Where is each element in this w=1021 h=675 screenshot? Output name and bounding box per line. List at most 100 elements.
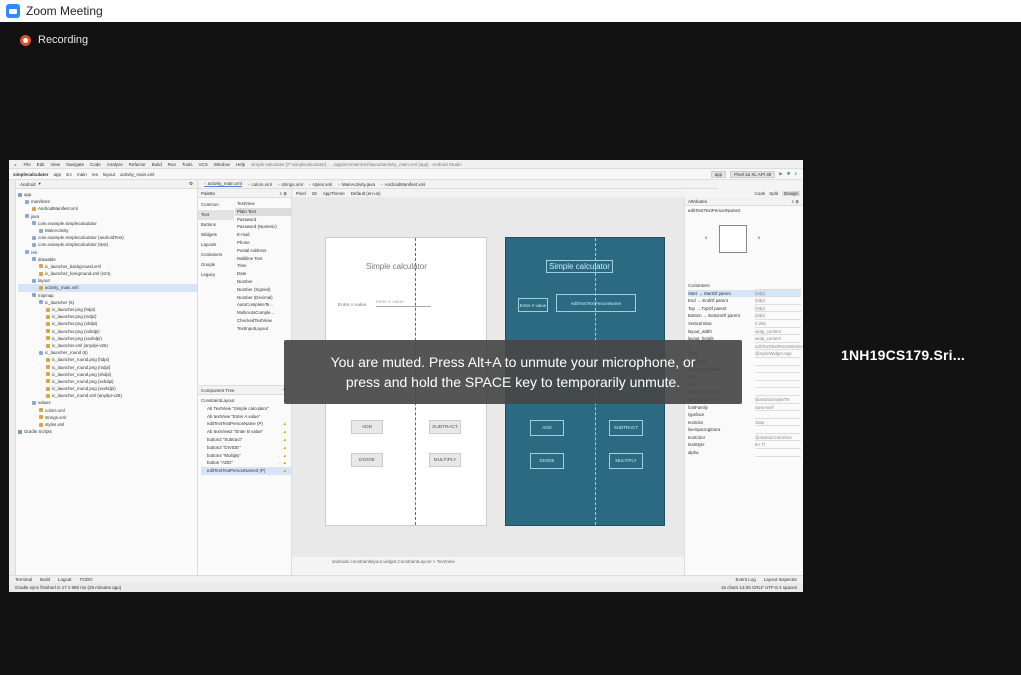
attribute-row[interactable]: textStyle B I Tr: [688, 441, 801, 450]
attribute-value[interactable]: @android:color/sec: [755, 434, 801, 442]
menu-run[interactable]: Run: [168, 162, 176, 167]
tool-todo[interactable]: TODO: [80, 577, 93, 582]
component-tree-row[interactable]: Ab TextView "Simple calculator": [201, 405, 291, 413]
menu-help[interactable]: Help: [236, 162, 245, 167]
palette-category[interactable]: Layouts: [198, 240, 234, 250]
menu-navigate[interactable]: Navigate: [66, 162, 84, 167]
gear-icon[interactable]: ⚙: [189, 181, 197, 187]
tree-item[interactable]: ic_launcher_background.xml: [18, 263, 197, 270]
tree-item[interactable]: colors.xml: [18, 407, 197, 414]
attribute-value[interactable]: [755, 411, 801, 419]
tree-item[interactable]: ic_launcher.png (mdpi): [18, 313, 197, 320]
component-tree-row[interactable]: editTextTextPersonName3 (P) ▲: [201, 467, 291, 475]
layout-breadcrumb[interactable]: androidx.constraintlayout.widget.Constra…: [292, 557, 684, 566]
menu-tools[interactable]: Tools: [182, 162, 193, 167]
menu-code[interactable]: Code: [90, 162, 101, 167]
component-tree-row[interactable]: button3 "DIVIDE" ▲: [201, 444, 291, 452]
editor-tab[interactable]: ▪ AndroidManifest.xml: [381, 182, 425, 187]
debug-icon[interactable]: ✱: [787, 171, 791, 178]
attributes-search-icon[interactable]: ⌕ ⚙: [792, 199, 803, 204]
attribute-row[interactable]: alpha: [688, 449, 801, 457]
constraint-box[interactable]: [719, 225, 747, 253]
blueprint-add[interactable]: ADD: [530, 420, 564, 436]
tree-item[interactable]: ic_launcher.png (xxxhdpi): [18, 335, 197, 342]
mode-design[interactable]: Design: [781, 190, 800, 196]
warning-icon[interactable]: ▲: [283, 459, 287, 467]
attribute-value[interactable]: 0.250: [755, 320, 801, 328]
component-tree-row[interactable]: button2 "Subtract" ▲: [201, 436, 291, 444]
palette-item[interactable]: Number (Signed): [235, 286, 292, 294]
device-select[interactable]: Pixel 2a XL API 30: [730, 170, 776, 178]
attribute-value[interactable]: [755, 388, 801, 396]
tree-item[interactable]: manifests: [18, 198, 197, 205]
preview-label-a[interactable]: Enter A value: [338, 303, 366, 308]
palette-category[interactable]: Text: [198, 210, 234, 220]
tree-item[interactable]: ic_launcher_round.png (mdpi): [18, 364, 197, 371]
breadcrumb-file[interactable]: activity_main.xml: [120, 172, 154, 177]
tree-item[interactable]: ic_launcher_round.png (xxhdpi): [18, 378, 197, 385]
breadcrumb-res[interactable]: res: [92, 172, 98, 177]
palette-category[interactable]: Containers: [198, 250, 234, 260]
mode-split[interactable]: Split: [769, 191, 778, 196]
attribute-row[interactable]: Vertical Bias 0.250: [688, 320, 801, 328]
tree-item[interactable]: java: [18, 213, 197, 220]
tree-item[interactable]: ic_launcher_round.png (hdpi): [18, 356, 197, 363]
breadcrumb-src[interactable]: src: [66, 172, 72, 177]
attribute-value[interactable]: B I Tr: [755, 441, 801, 450]
attribute-value[interactable]: (0dp): [755, 305, 801, 313]
palette-item[interactable]: Number (Decimal): [235, 294, 292, 302]
constraint-right[interactable]: 0: [758, 235, 760, 240]
tree-item[interactable]: strings.xml: [18, 414, 197, 421]
attribute-value[interactable]: @android:style/Te: [755, 396, 801, 404]
blueprint-title[interactable]: Simple calculator: [546, 260, 613, 273]
palette-item[interactable]: Plain Text: [235, 207, 292, 216]
attribute-value[interactable]: (0dp): [755, 290, 801, 298]
warning-icon[interactable]: ▲: [283, 452, 287, 460]
palette-item[interactable]: Time: [235, 262, 292, 270]
tree-item[interactable]: values: [18, 399, 197, 406]
preview-edit-a[interactable]: enter A value: [376, 300, 431, 307]
menu-build[interactable]: Build: [152, 162, 162, 167]
palette-item[interactable]: AutoCompleteTe...: [235, 301, 292, 309]
attribute-row[interactable]: Constraints: [688, 282, 801, 290]
menu-edit[interactable]: Edit: [37, 162, 45, 167]
attribute-value[interactable]: editTextTextPersonName: [755, 343, 803, 351]
breadcrumb-layout[interactable]: layout: [103, 172, 115, 177]
blueprint-divide[interactable]: DIVIDE: [530, 453, 564, 469]
theme-select[interactable]: AppTheme: [323, 191, 345, 196]
blueprint-subtract[interactable]: SUBTRACT: [609, 420, 643, 436]
palette-search-icon[interactable]: ⌕ ⚙: [280, 191, 291, 196]
warning-icon[interactable]: ▲: [283, 428, 287, 436]
tool-event-log[interactable]: Event Log: [735, 577, 755, 582]
attribute-value[interactable]: @style/Widget.App: [755, 350, 801, 358]
tree-item[interactable]: app: [18, 191, 197, 198]
tree-item[interactable]: ic_launcher.xml (anydpi-v26): [18, 342, 197, 349]
tree-item[interactable]: styles.xml: [18, 421, 197, 428]
tree-item[interactable]: MainActivity: [18, 227, 197, 234]
left-tool-strip[interactable]: [9, 180, 16, 575]
attribute-row[interactable]: fontFamily sans-serif: [688, 404, 801, 412]
palette-item[interactable]: Password: [235, 216, 292, 224]
attribute-value[interactable]: [755, 282, 801, 290]
recording-indicator[interactable]: Recording: [20, 34, 88, 46]
menu-view[interactable]: View: [51, 162, 61, 167]
attribute-row[interactable]: typeface: [688, 411, 801, 419]
tree-item[interactable]: ic_launcher_round (6): [18, 349, 197, 356]
warning-icon[interactable]: ▲: [283, 444, 287, 452]
attribute-value[interactable]: [755, 381, 801, 389]
tree-item[interactable]: ic_launcher.png (xhdpi): [18, 320, 197, 327]
attribute-row[interactable]: textSize 18sp: [688, 419, 801, 427]
tree-item[interactable]: mipmap: [18, 292, 197, 299]
editor-tab[interactable]: ▪ strings.xml: [278, 182, 303, 187]
palette-item[interactable]: MultiAutoComple...: [235, 309, 292, 317]
palette-category[interactable]: Google: [198, 260, 234, 270]
menu-window[interactable]: Window: [214, 162, 230, 167]
editor-tab[interactable]: ▪ activity_main.xml: [204, 181, 242, 187]
editor-tab[interactable]: ▪ colors.xml: [248, 182, 272, 187]
editor-tab[interactable]: ▪ styles.xml: [309, 182, 332, 187]
attribute-value[interactable]: sans-serif: [755, 404, 801, 412]
run-icon[interactable]: ▶: [779, 171, 782, 178]
menu-file[interactable]: File: [23, 162, 30, 167]
palette-item[interactable]: Date: [235, 270, 292, 278]
component-tree-row[interactable]: Ab textView "Enter A value": [201, 413, 291, 421]
